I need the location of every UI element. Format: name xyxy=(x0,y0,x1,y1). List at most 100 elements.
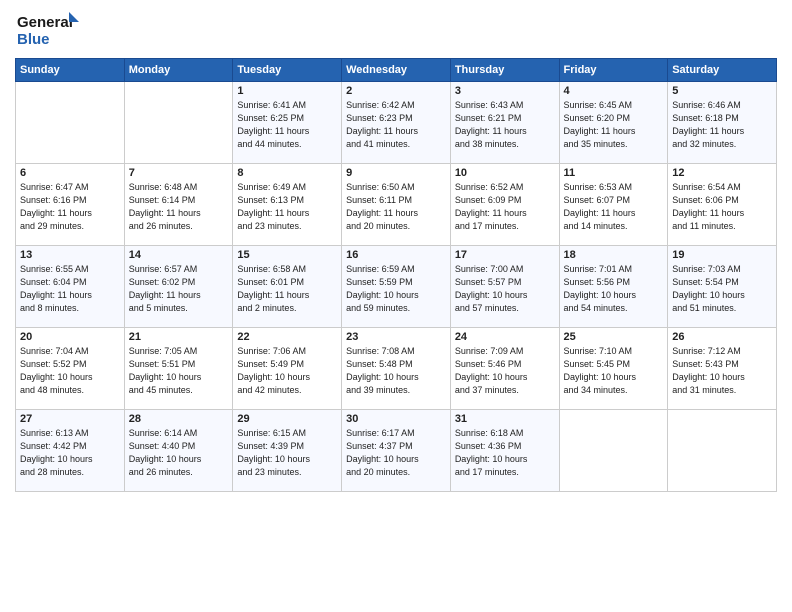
calendar-cell: 8 Sunrise: 6:49 AM Sunset: 6:13 PM Daylig… xyxy=(233,164,342,246)
svg-text:Blue: Blue xyxy=(17,31,50,48)
day-info: Sunrise: 6:52 AM Sunset: 6:09 PM Dayligh… xyxy=(455,181,555,233)
day-number: 17 xyxy=(455,249,555,261)
day-number: 1 xyxy=(237,85,337,97)
day-number: 18 xyxy=(564,249,664,261)
weekday-header-thursday: Thursday xyxy=(450,59,559,82)
calendar-cell: 7Sunrise: 6:48 AM Sunset: 6:14 PM Daylig… xyxy=(124,164,233,246)
day-info: Sunrise: 7:06 AM Sunset: 5:49 PM Dayligh… xyxy=(237,345,337,397)
calendar-cell: 13 Sunrise: 6:55 AM Sunset: 6:04 PM Dayli… xyxy=(16,246,125,328)
weekday-header-row: SundayMondayTuesdayWednesdayThursdayFrid… xyxy=(16,59,777,82)
calendar-cell: 10 Sunrise: 6:52 AM Sunset: 6:09 PM Dayli… xyxy=(450,164,559,246)
svg-text:General: General xyxy=(17,14,73,31)
day-number: 27 xyxy=(20,413,120,425)
page-container: General Blue SundayMondayTuesdayWednesda… xyxy=(0,0,792,612)
calendar-cell: 28 Sunrise: 6:14 AM Sunset: 4:40 PM Dayli… xyxy=(124,410,233,492)
day-info: Sunrise: 6:45 AM Sunset: 6:20 PM Dayligh… xyxy=(564,99,664,151)
day-info: Sunrise: 7:04 AM Sunset: 5:52 PM Dayligh… xyxy=(20,345,120,397)
calendar-cell: 12Sunrise: 6:54 AM Sunset: 6:06 PM Dayli… xyxy=(668,164,777,246)
day-number: 24 xyxy=(455,331,555,343)
day-number: 25 xyxy=(564,331,664,343)
week-row-3: 13 Sunrise: 6:55 AM Sunset: 6:04 PM Dayli… xyxy=(16,246,777,328)
weekday-header-tuesday: Tuesday xyxy=(233,59,342,82)
day-number: 8 xyxy=(237,167,337,179)
day-number: 11 xyxy=(564,167,664,179)
day-number: 14 xyxy=(129,249,229,261)
day-number: 26 xyxy=(672,331,772,343)
logo-svg: General Blue xyxy=(15,10,80,52)
calendar-cell: 15 Sunrise: 6:58 AM Sunset: 6:01 PM Dayli… xyxy=(233,246,342,328)
day-info: Sunrise: 6:15 AM Sunset: 4:39 PM Dayligh… xyxy=(237,427,337,479)
day-info: Sunrise: 7:05 AM Sunset: 5:51 PM Dayligh… xyxy=(129,345,229,397)
weekday-header-saturday: Saturday xyxy=(668,59,777,82)
day-info: Sunrise: 6:13 AM Sunset: 4:42 PM Dayligh… xyxy=(20,427,120,479)
day-number: 15 xyxy=(237,249,337,261)
day-info: Sunrise: 7:08 AM Sunset: 5:48 PM Dayligh… xyxy=(346,345,446,397)
day-number: 30 xyxy=(346,413,446,425)
day-info: Sunrise: 6:59 AM Sunset: 5:59 PM Dayligh… xyxy=(346,263,446,315)
week-row-5: 27 Sunrise: 6:13 AM Sunset: 4:42 PM Dayli… xyxy=(16,410,777,492)
day-info: Sunrise: 6:14 AM Sunset: 4:40 PM Dayligh… xyxy=(129,427,229,479)
weekday-header-monday: Monday xyxy=(124,59,233,82)
day-info: Sunrise: 6:47 AM Sunset: 6:16 PM Dayligh… xyxy=(20,181,120,233)
calendar-cell: 19Sunrise: 7:03 AM Sunset: 5:54 PM Dayli… xyxy=(668,246,777,328)
week-row-4: 20 Sunrise: 7:04 AM Sunset: 5:52 PM Dayli… xyxy=(16,328,777,410)
day-number: 20 xyxy=(20,331,120,343)
day-info: Sunrise: 6:58 AM Sunset: 6:01 PM Dayligh… xyxy=(237,263,337,315)
day-number: 29 xyxy=(237,413,337,425)
calendar-cell: 11 Sunrise: 6:53 AM Sunset: 6:07 PM Dayli… xyxy=(559,164,668,246)
day-number: 23 xyxy=(346,331,446,343)
day-info: Sunrise: 7:10 AM Sunset: 5:45 PM Dayligh… xyxy=(564,345,664,397)
day-number: 22 xyxy=(237,331,337,343)
day-info: Sunrise: 7:01 AM Sunset: 5:56 PM Dayligh… xyxy=(564,263,664,315)
calendar-cell: 22 Sunrise: 7:06 AM Sunset: 5:49 PM Dayli… xyxy=(233,328,342,410)
day-number: 21 xyxy=(129,331,229,343)
day-number: 19 xyxy=(672,249,772,261)
calendar-cell: 1 Sunrise: 6:41 AM Sunset: 6:25 PM Daylig… xyxy=(233,82,342,164)
day-number: 9 xyxy=(346,167,446,179)
day-info: Sunrise: 6:50 AM Sunset: 6:11 PM Dayligh… xyxy=(346,181,446,233)
day-info: Sunrise: 6:41 AM Sunset: 6:25 PM Dayligh… xyxy=(237,99,337,151)
day-number: 4 xyxy=(564,85,664,97)
day-number: 2 xyxy=(346,85,446,97)
calendar-cell: 30 Sunrise: 6:17 AM Sunset: 4:37 PM Dayli… xyxy=(342,410,451,492)
calendar-table: SundayMondayTuesdayWednesdayThursdayFrid… xyxy=(15,58,777,492)
week-row-1: 1 Sunrise: 6:41 AM Sunset: 6:25 PM Daylig… xyxy=(16,82,777,164)
calendar-cell: 18 Sunrise: 7:01 AM Sunset: 5:56 PM Dayli… xyxy=(559,246,668,328)
day-number: 13 xyxy=(20,249,120,261)
logo: General Blue xyxy=(15,10,80,52)
day-info: Sunrise: 7:09 AM Sunset: 5:46 PM Dayligh… xyxy=(455,345,555,397)
day-number: 10 xyxy=(455,167,555,179)
day-number: 28 xyxy=(129,413,229,425)
calendar-cell xyxy=(559,410,668,492)
day-info: Sunrise: 7:00 AM Sunset: 5:57 PM Dayligh… xyxy=(455,263,555,315)
day-number: 6 xyxy=(20,167,120,179)
calendar-cell: 26Sunrise: 7:12 AM Sunset: 5:43 PM Dayli… xyxy=(668,328,777,410)
day-info: Sunrise: 6:17 AM Sunset: 4:37 PM Dayligh… xyxy=(346,427,446,479)
calendar-cell: 20 Sunrise: 7:04 AM Sunset: 5:52 PM Dayli… xyxy=(16,328,125,410)
weekday-header-sunday: Sunday xyxy=(16,59,125,82)
day-number: 3 xyxy=(455,85,555,97)
calendar-cell: 5Sunrise: 6:46 AM Sunset: 6:18 PM Daylig… xyxy=(668,82,777,164)
calendar-cell: 23 Sunrise: 7:08 AM Sunset: 5:48 PM Dayli… xyxy=(342,328,451,410)
day-info: Sunrise: 6:43 AM Sunset: 6:21 PM Dayligh… xyxy=(455,99,555,151)
day-info: Sunrise: 6:42 AM Sunset: 6:23 PM Dayligh… xyxy=(346,99,446,151)
calendar-cell: 9 Sunrise: 6:50 AM Sunset: 6:11 PM Daylig… xyxy=(342,164,451,246)
header: General Blue xyxy=(15,10,777,52)
calendar-cell xyxy=(668,410,777,492)
calendar-cell: 2 Sunrise: 6:42 AM Sunset: 6:23 PM Daylig… xyxy=(342,82,451,164)
week-row-2: 6 Sunrise: 6:47 AM Sunset: 6:16 PM Daylig… xyxy=(16,164,777,246)
day-number: 16 xyxy=(346,249,446,261)
weekday-header-wednesday: Wednesday xyxy=(342,59,451,82)
day-info: Sunrise: 6:49 AM Sunset: 6:13 PM Dayligh… xyxy=(237,181,337,233)
calendar-cell: 14Sunrise: 6:57 AM Sunset: 6:02 PM Dayli… xyxy=(124,246,233,328)
calendar-cell: 16 Sunrise: 6:59 AM Sunset: 5:59 PM Dayli… xyxy=(342,246,451,328)
calendar-cell xyxy=(16,82,125,164)
day-info: Sunrise: 6:55 AM Sunset: 6:04 PM Dayligh… xyxy=(20,263,120,315)
calendar-cell: 25 Sunrise: 7:10 AM Sunset: 5:45 PM Dayli… xyxy=(559,328,668,410)
day-info: Sunrise: 6:53 AM Sunset: 6:07 PM Dayligh… xyxy=(564,181,664,233)
calendar-cell: 3 Sunrise: 6:43 AM Sunset: 6:21 PM Daylig… xyxy=(450,82,559,164)
calendar-cell: 4 Sunrise: 6:45 AM Sunset: 6:20 PM Daylig… xyxy=(559,82,668,164)
day-info: Sunrise: 6:48 AM Sunset: 6:14 PM Dayligh… xyxy=(129,181,229,233)
day-info: Sunrise: 6:46 AM Sunset: 6:18 PM Dayligh… xyxy=(672,99,772,151)
calendar-cell: 6 Sunrise: 6:47 AM Sunset: 6:16 PM Daylig… xyxy=(16,164,125,246)
